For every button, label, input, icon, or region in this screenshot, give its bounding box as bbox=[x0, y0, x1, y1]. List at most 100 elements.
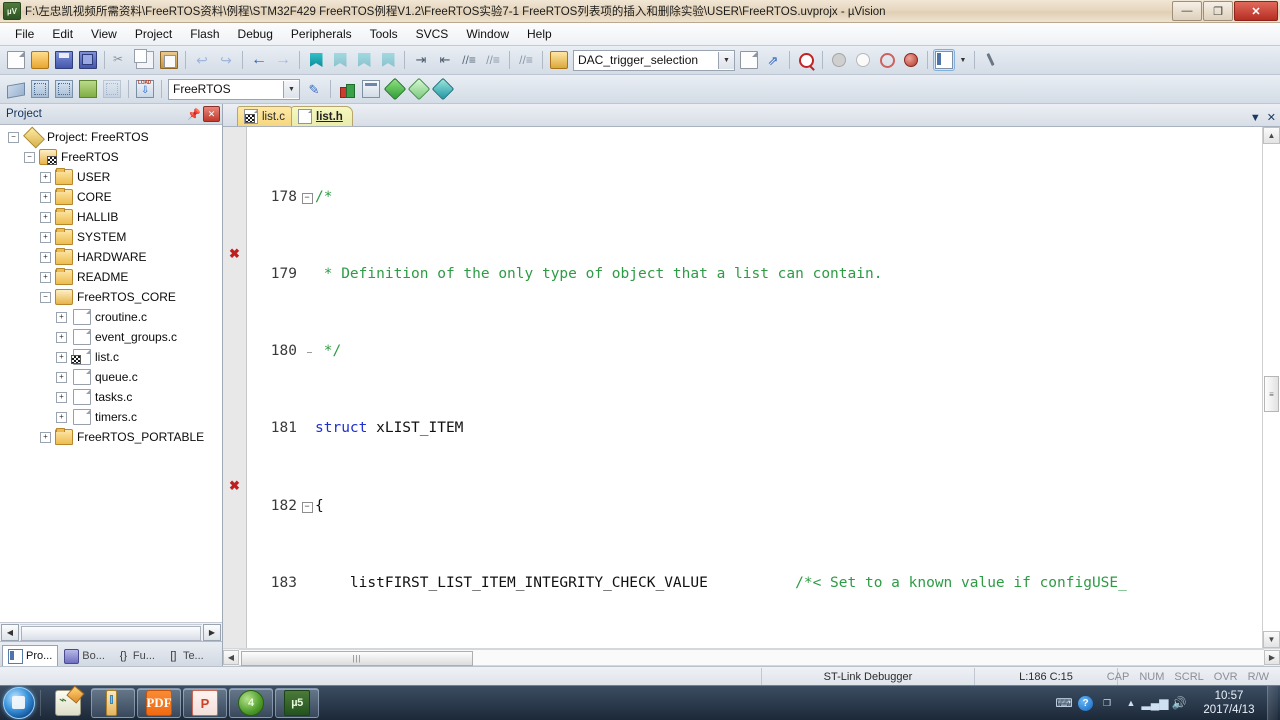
undo-icon[interactable]: ↩ bbox=[191, 49, 213, 71]
tab-templates[interactable]: [] Te... bbox=[161, 645, 210, 666]
expander-icon[interactable]: − bbox=[40, 291, 51, 303]
chevron-down-icon[interactable]: ▼ bbox=[718, 51, 734, 69]
download-icon[interactable]: LOAD ⇩ bbox=[134, 78, 156, 100]
expander-icon[interactable]: + bbox=[40, 171, 51, 183]
save-all-icon[interactable] bbox=[77, 49, 99, 71]
expander-icon[interactable]: + bbox=[40, 271, 51, 283]
keyboard-icon[interactable]: ⌨ bbox=[1054, 693, 1074, 713]
taskbar-item-pdf[interactable]: PDF bbox=[137, 688, 181, 718]
bookmark-jump-icon[interactable]: ⇗ bbox=[762, 49, 784, 71]
fold-marker[interactable]: − bbox=[301, 497, 313, 516]
function-open-icon[interactable] bbox=[548, 49, 570, 71]
scrollbar-track[interactable]: ||| bbox=[239, 649, 1264, 666]
taskbar-item-qq[interactable]: 4 bbox=[229, 688, 273, 718]
expander-icon[interactable]: + bbox=[56, 351, 67, 363]
fold-marker[interactable]: − bbox=[301, 188, 313, 207]
tree-item-tasks-c[interactable]: + tasks.c bbox=[0, 387, 222, 407]
find-in-files-icon[interactable] bbox=[795, 49, 817, 71]
maximize-button[interactable]: ❐ bbox=[1203, 1, 1233, 21]
tree-item-user[interactable]: + USER bbox=[0, 167, 222, 187]
scroll-right-icon[interactable]: ▶ bbox=[1264, 650, 1280, 665]
navigate-back-icon[interactable]: ← bbox=[248, 49, 270, 71]
network-icon[interactable]: ▂▄▆ bbox=[1142, 693, 1169, 713]
bookmark-next-icon[interactable] bbox=[353, 49, 375, 71]
expander-icon[interactable]: + bbox=[56, 311, 67, 323]
build-icon[interactable] bbox=[29, 78, 51, 100]
bookmark-prev-icon[interactable] bbox=[329, 49, 351, 71]
editor-horizontal-scrollbar[interactable]: ◀ ||| ▶ bbox=[223, 648, 1280, 666]
bookmark-clear-icon[interactable] bbox=[377, 49, 399, 71]
menu-flash[interactable]: Flash bbox=[181, 25, 228, 43]
editor-tab-list-h[interactable]: list.h bbox=[291, 106, 353, 126]
expander-icon[interactable]: + bbox=[56, 391, 67, 403]
breakpoint-gutter[interactable]: ✖ ✖ bbox=[223, 127, 247, 648]
rebuild-icon[interactable] bbox=[53, 78, 75, 100]
expander-icon[interactable]: + bbox=[56, 371, 67, 383]
tree-item-freertos-core[interactable]: − FreeRTOS_CORE bbox=[0, 287, 222, 307]
project-tree[interactable]: − Project: FreeRTOS − FreeRTOS + USER + bbox=[0, 125, 222, 622]
breakpoint-marker[interactable]: ✖ bbox=[228, 479, 241, 492]
tree-item-freertos-portable[interactable]: + FreeRTOS_PORTABLE bbox=[0, 427, 222, 447]
components-icon[interactable] bbox=[383, 77, 407, 101]
tree-item-list-c[interactable]: + list.c bbox=[0, 347, 222, 367]
menu-peripherals[interactable]: Peripherals bbox=[282, 25, 361, 43]
navigate-forward-icon[interactable]: → bbox=[272, 49, 294, 71]
volume-icon[interactable]: 🔊 bbox=[1169, 693, 1189, 713]
scrollbar-track[interactable]: ≡ bbox=[1263, 144, 1280, 631]
scrollbar-thumb[interactable]: ||| bbox=[241, 651, 473, 666]
menu-edit[interactable]: Edit bbox=[43, 25, 82, 43]
code-text-area[interactable]: 178−/* 179 * Definition of the only type… bbox=[247, 127, 1262, 648]
menu-view[interactable]: View bbox=[82, 25, 126, 43]
indent-icon[interactable]: ⇥ bbox=[410, 49, 432, 71]
scroll-down-icon[interactable]: ▼ bbox=[1263, 631, 1280, 648]
pin-icon[interactable]: 📌 bbox=[187, 107, 201, 121]
new-file-icon[interactable] bbox=[5, 49, 27, 71]
target-combo[interactable]: FreeRTOS ▼ bbox=[168, 78, 300, 100]
redo-icon[interactable]: ↪ bbox=[215, 49, 237, 71]
expander-icon[interactable]: + bbox=[40, 191, 51, 203]
translate-icon[interactable] bbox=[5, 78, 27, 100]
menu-tools[interactable]: Tools bbox=[361, 25, 407, 43]
close-icon[interactable]: ✕ bbox=[1267, 111, 1276, 124]
outdent-icon[interactable]: ⇤ bbox=[434, 49, 456, 71]
breakpoint-marker[interactable]: ✖ bbox=[228, 247, 241, 260]
expander-icon[interactable]: + bbox=[56, 331, 67, 343]
window-layout-dropdown-icon[interactable]: ▼ bbox=[957, 49, 969, 71]
open-file-icon[interactable] bbox=[29, 49, 51, 71]
tree-item-hardware[interactable]: + HARDWARE bbox=[0, 247, 222, 267]
editor-vertical-scrollbar[interactable]: ▲ ≡ ▼ bbox=[1262, 127, 1280, 648]
taskbar-item-notepadpp[interactable] bbox=[47, 689, 89, 717]
minimize-button[interactable]: — bbox=[1172, 1, 1202, 21]
stop-build-icon[interactable] bbox=[101, 78, 123, 100]
show-hidden-icons-icon[interactable]: ❐ bbox=[1097, 693, 1117, 713]
target-options-icon[interactable]: ✎ bbox=[303, 78, 325, 100]
copy-icon[interactable] bbox=[134, 49, 156, 71]
packs-icon[interactable] bbox=[407, 77, 431, 101]
show-desktop-button[interactable] bbox=[1267, 686, 1278, 720]
batch-build-icon[interactable] bbox=[77, 78, 99, 100]
configure-icon[interactable] bbox=[980, 49, 1002, 71]
scrollbar-track[interactable] bbox=[20, 623, 202, 641]
tree-item-croutine-c[interactable]: + croutine.c bbox=[0, 307, 222, 327]
taskbar-item-uvision[interactable]: µ5 bbox=[275, 688, 319, 718]
menu-file[interactable]: File bbox=[6, 25, 43, 43]
menu-help[interactable]: Help bbox=[518, 25, 561, 43]
goto-definition-icon[interactable] bbox=[738, 49, 760, 71]
taskbar-item-powerpoint[interactable]: P bbox=[183, 688, 227, 718]
scrollbar-thumb[interactable] bbox=[21, 625, 201, 641]
uncomment2-icon[interactable]: //≡ bbox=[515, 49, 537, 71]
cut-icon[interactable]: ✂ bbox=[110, 49, 132, 71]
kill-all-breakpoints-icon[interactable] bbox=[900, 49, 922, 71]
uncomment-icon[interactable]: //≡ bbox=[482, 49, 504, 71]
tree-item-readme[interactable]: + README bbox=[0, 267, 222, 287]
tree-item-event-groups-c[interactable]: + event_groups.c bbox=[0, 327, 222, 347]
menu-window[interactable]: Window bbox=[457, 25, 518, 43]
tree-item-target[interactable]: − FreeRTOS bbox=[0, 147, 222, 167]
tab-books[interactable]: Bo... bbox=[58, 645, 111, 666]
expander-icon[interactable]: − bbox=[8, 131, 19, 143]
editor-tab-list-c[interactable]: list.c bbox=[237, 106, 295, 126]
expander-icon[interactable]: + bbox=[40, 251, 51, 263]
window-layout-icon[interactable] bbox=[933, 49, 955, 71]
pack-installer-icon[interactable] bbox=[431, 77, 455, 101]
code-view[interactable]: ✖ ✖ 178−/* 179 * Definition of the only … bbox=[223, 127, 1262, 648]
